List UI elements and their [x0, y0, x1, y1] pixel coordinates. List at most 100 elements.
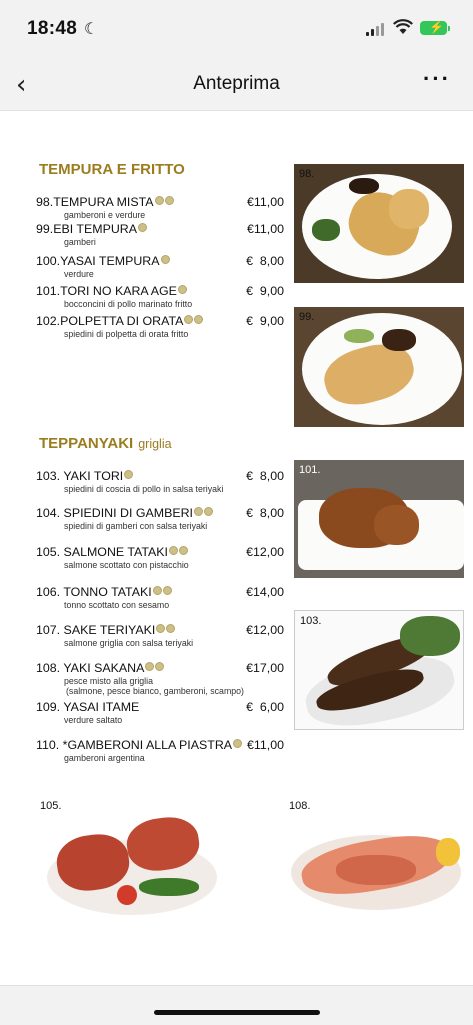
menu-item-description: verdure saltato: [64, 715, 123, 725]
allergen-icon: [138, 223, 147, 232]
allergen-icon: [155, 662, 165, 671]
menu-item-description: spiedini di gamberi con salsa teriyaki: [64, 521, 208, 531]
menu-item-price: € 8,00: [246, 254, 284, 268]
menu-item: 101.TORI NO KARA AGE € 9,00 bocconcini di …: [36, 284, 284, 309]
navigation-bar: ‹ Anteprima ···: [0, 58, 473, 111]
photo-101: 101.: [294, 460, 464, 578]
allergen-icon: [145, 662, 155, 671]
menu-item-name: 108. YAKI SAKANA: [36, 661, 145, 675]
menu-item-price: € 9,00: [246, 284, 284, 298]
more-horizontal-icon[interactable]: ···: [423, 66, 451, 92]
photo-98: 98.: [294, 164, 464, 283]
menu-item-description: verdure: [64, 269, 94, 279]
home-indicator-bar: [0, 985, 473, 1025]
menu-preview: TEMPURA E FRITTO TEPPANYAKI griglia 98.TE…: [0, 111, 473, 985]
section-title-tempura: TEMPURA E FRITTO: [39, 161, 185, 178]
photo-103: 103.: [294, 610, 464, 730]
allergen-icon: [204, 507, 213, 516]
photo-108: 108.: [286, 800, 466, 925]
battery-charging-icon: ⚡: [420, 20, 450, 35]
menu-item-name: 100.YASAI TEMPURA: [36, 254, 160, 268]
photo-label: 105.: [40, 800, 62, 812]
allergen-icon: [233, 739, 243, 748]
menu-item: 108. YAKI SAKANA €17,00 pesce misto alla g…: [36, 661, 284, 696]
menu-item-description: bocconcini di pollo marinato fritto: [64, 299, 193, 309]
menu-item: 100.YASAI TEMPURA € 8,00 verdure: [36, 254, 284, 279]
allergen-icon: [184, 315, 194, 324]
menu-item-name: 104. SPIEDINI DI GAMBERI: [36, 506, 193, 520]
allergen-icon: [162, 586, 172, 595]
menu-item: 109. YASAI ITAME € 6,00 verdure saltato: [36, 700, 284, 725]
menu-item-name: 105. SALMONE TATAKI: [36, 545, 168, 559]
allergen-icon: [194, 315, 204, 324]
section-subtitle: griglia: [138, 437, 172, 451]
menu-item-price: €12,00: [246, 545, 284, 559]
photo-label: 108.: [289, 800, 311, 812]
section-title: TEPPANYAKI: [39, 435, 134, 452]
cellular-signal-icon: [366, 22, 386, 36]
photo-105: 105.: [39, 800, 224, 925]
allergen-icon: [168, 546, 178, 555]
menu-item: 104. SPIEDINI DI GAMBERI € 8,00 spiedini d…: [36, 506, 284, 531]
menu-item-price: €12,00: [246, 623, 284, 637]
menu-item-name: 102.POLPETTA DI ORATA: [36, 314, 184, 328]
menu-item-description: gamberoni argentina: [64, 753, 145, 763]
menu-item-name: 98.TEMPURA MISTA: [36, 195, 154, 209]
menu-item: 102.POLPETTA DI ORATA € 9,00 spiedini di p…: [36, 314, 284, 339]
wifi-icon: [393, 19, 413, 35]
menu-item-price: €11,00: [247, 222, 284, 236]
status-time: 18:48: [27, 18, 78, 39]
page-title: Anteprima: [193, 73, 280, 94]
menu-item-price: €14,00: [246, 585, 284, 599]
menu-item-description: salmone griglia con salsa teriyaki: [64, 638, 194, 648]
menu-item-description: gamberoni e verdure: [64, 210, 146, 220]
menu-item-name: 110. *GAMBERONI ALLA PIASTRA: [36, 738, 233, 752]
photo-label: 101.: [299, 464, 321, 476]
menu-item: 99.EBI TEMPURA €11,00 gamberi: [36, 222, 284, 247]
allergen-icon: [177, 285, 187, 294]
allergen-icon: [124, 470, 134, 479]
menu-item-description: salmone scottato con pistacchio: [64, 560, 189, 570]
photo-label: 103.: [300, 615, 322, 627]
allergen-icon: [178, 546, 188, 555]
menu-item: 105. SALMONE TATAKI €12,00 salmone scottat…: [36, 545, 284, 570]
menu-item-description: gamberi: [64, 237, 96, 247]
allergen-icon: [194, 507, 203, 516]
menu-item-name: 101.TORI NO KARA AGE: [36, 284, 177, 298]
menu-item-name: 107. SAKE TERIYAKI: [36, 623, 156, 637]
allergen-icon: [164, 196, 174, 205]
photo-label: 99.: [299, 311, 315, 323]
allergen-icon: [152, 586, 162, 595]
menu-item: 103. YAKI TORI € 8,00 spiedini di coscia d…: [36, 469, 284, 494]
menu-item: 107. SAKE TERIYAKI €12,00 salmone griglia …: [36, 623, 284, 648]
menu-item-price: €17,00: [246, 661, 284, 675]
allergen-icon: [160, 255, 170, 264]
photo-label: 98.: [299, 168, 315, 180]
menu-item-name: 103. YAKI TORI: [36, 469, 124, 483]
menu-item-description: spiedini di polpetta di orata fritto: [64, 329, 189, 339]
menu-item-name: 109. YASAI ITAME: [36, 700, 140, 714]
menu-item-description: tonno scottato con sesamo: [64, 600, 170, 610]
moon-icon: ☾: [84, 21, 99, 38]
allergen-icon: [156, 624, 166, 633]
menu-item-price: € 9,00: [246, 314, 284, 328]
menu-item-price: €11,00: [247, 738, 284, 752]
menu-item-description-extra: (salmone, pesce bianco, gamberoni, scamp…: [66, 686, 244, 696]
menu-item: 106. TONNO TATAKI €14,00 tonno scottato co…: [36, 585, 284, 610]
menu-item-name: 99.EBI TEMPURA: [36, 222, 137, 236]
menu-item-price: € 6,00: [246, 700, 284, 714]
allergen-icon: [166, 624, 176, 633]
status-bar: 18:48 ☾ ⚡: [0, 0, 473, 58]
menu-item-description: pesce misto alla griglia: [64, 676, 153, 686]
section-title-teppanyaki: TEPPANYAKI griglia: [39, 435, 172, 452]
menu-item-description: spiedini di coscia di pollo in salsa ter…: [64, 484, 224, 494]
allergen-icon: [154, 196, 164, 205]
menu-item-price: € 8,00: [246, 469, 284, 483]
menu-item-price: €11,00: [247, 195, 284, 209]
photo-99: 99.: [294, 307, 464, 427]
menu-item: 98.TEMPURA MISTA €11,00 gamberoni e verdur…: [36, 195, 284, 220]
menu-item: 110. *GAMBERONI ALLA PIASTRA €11,00 gamber…: [36, 738, 284, 763]
home-indicator[interactable]: [154, 1010, 320, 1015]
menu-item-price: € 8,00: [246, 506, 284, 520]
menu-item-name: 106. TONNO TATAKI: [36, 585, 152, 599]
